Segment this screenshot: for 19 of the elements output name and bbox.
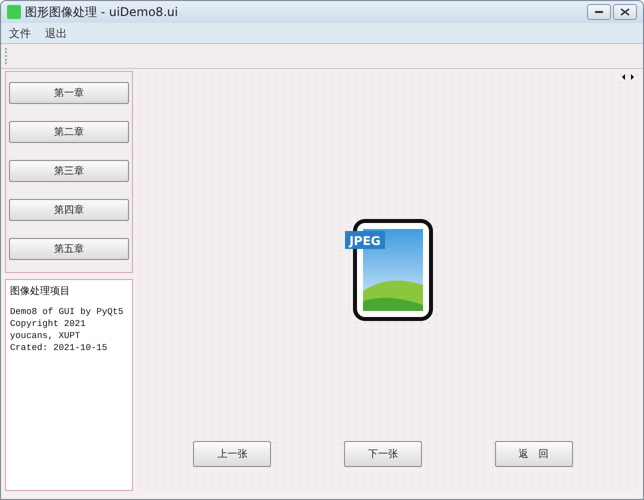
navigation-button[interactable]: 下一张	[344, 441, 422, 467]
minimize-button[interactable]	[587, 4, 611, 20]
menu-item[interactable]: 文件	[9, 26, 31, 40]
chapter-button[interactable]: 第二章	[9, 121, 129, 143]
navigation-button[interactable]: 返 回	[494, 441, 573, 467]
chapter-button[interactable]: 第四章	[9, 199, 129, 221]
info-title: 图像处理项目	[10, 284, 71, 298]
chapter-button[interactable]: 第五章	[9, 238, 129, 260]
close-button[interactable]	[613, 4, 637, 20]
chapter-button[interactable]: 第一章	[9, 82, 129, 104]
window-title: 图形图像处理 - uiDemo8.ui	[25, 4, 178, 20]
info-line: Copyright 2021 youcans, XUPT	[10, 318, 87, 342]
scroll-arrows-icon[interactable]	[621, 73, 635, 81]
close-icon	[620, 8, 630, 16]
chapter-button[interactable]: 第三章	[9, 160, 129, 182]
menu-item[interactable]: 退出	[45, 26, 67, 40]
info-line: Crated: 2021-10-15	[10, 342, 108, 354]
navigation-button[interactable]: 上一张	[193, 441, 272, 467]
info-line: Demo8 of GUI by PyQt5	[10, 306, 124, 318]
